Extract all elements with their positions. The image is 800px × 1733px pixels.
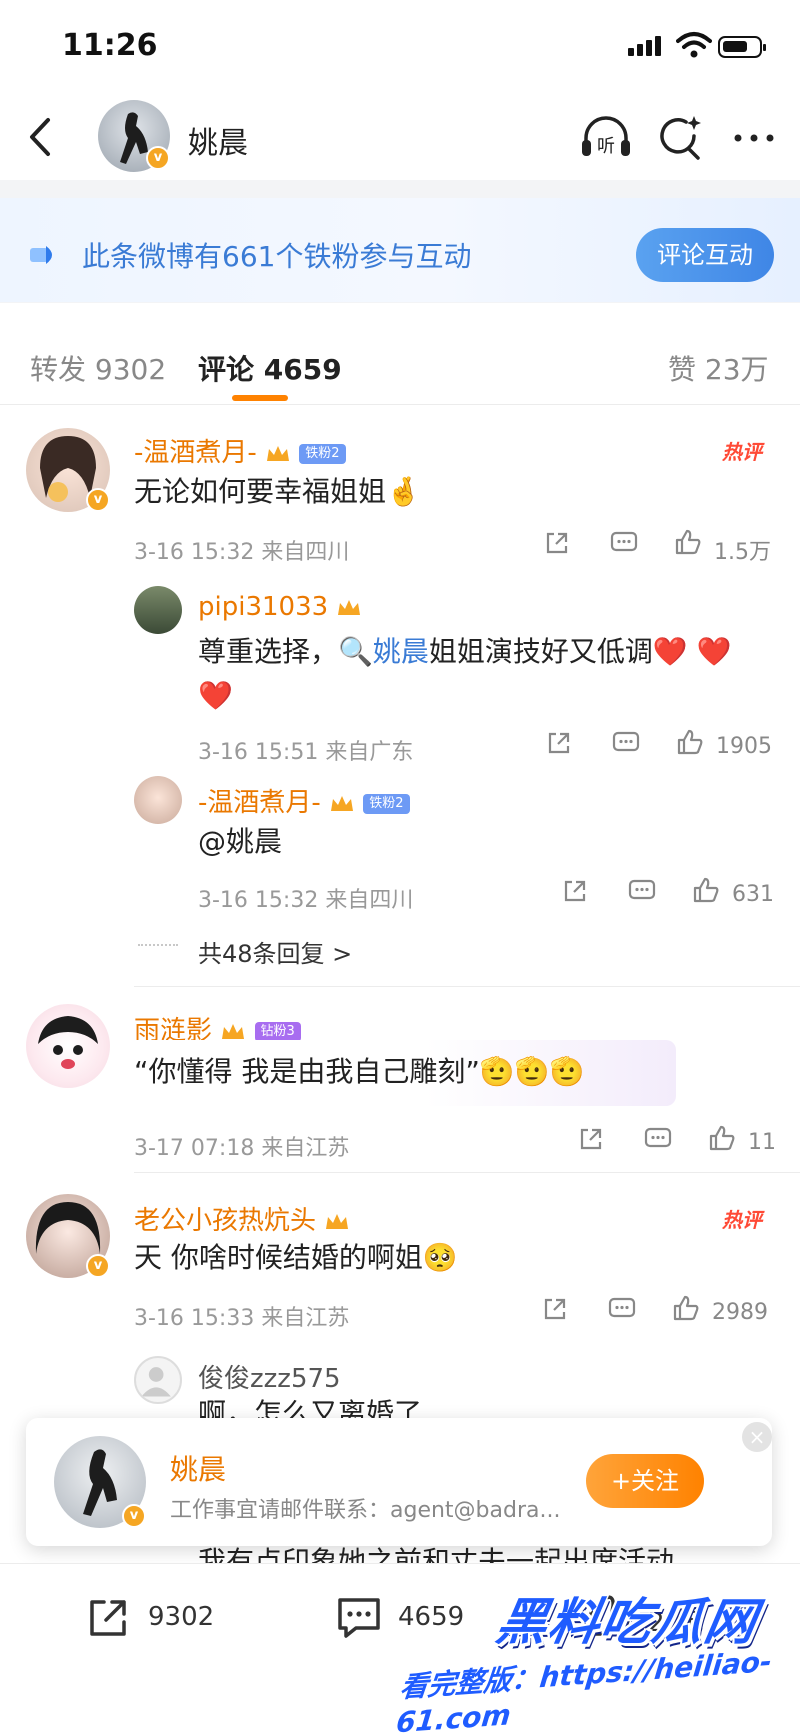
- like-count: 1905: [716, 734, 772, 759]
- signal-icon: [628, 36, 664, 56]
- like-count: 631: [732, 882, 774, 907]
- verified-badge-icon: v: [86, 1254, 110, 1278]
- battery-icon: [718, 36, 766, 58]
- tab-repost[interactable]: 转发 9302: [30, 348, 166, 388]
- reply-icon[interactable]: [644, 1126, 672, 1152]
- comment-interact-button[interactable]: 评论互动: [636, 228, 774, 282]
- follow-card-name[interactable]: 姚晨: [170, 1448, 226, 1488]
- comment-avatar[interactable]: [26, 1004, 110, 1088]
- crown-icon: [267, 445, 290, 461]
- comment-meta: 3-16 15:32 来自四川: [134, 540, 350, 565]
- svg-text:听: 听: [597, 136, 615, 157]
- verified-badge-icon: v: [86, 488, 110, 512]
- fan-badge: 钻粉3: [254, 1021, 301, 1042]
- reply-username[interactable]: pipi31033: [198, 592, 362, 622]
- close-icon[interactable]: ×: [742, 1422, 772, 1452]
- share-icon[interactable]: [542, 1296, 568, 1322]
- share-icon[interactable]: [562, 878, 588, 904]
- comment-username[interactable]: 老公小孩热炕头: [134, 1200, 350, 1237]
- like-count: 11: [748, 1130, 776, 1155]
- comment-username[interactable]: -温酒煮月- 铁粉2: [134, 432, 346, 469]
- repost-icon[interactable]: [84, 1594, 132, 1642]
- repost-count[interactable]: 9302: [148, 1602, 214, 1632]
- fan-badge: 铁粉2: [299, 443, 346, 464]
- reply-text: @姚晨: [198, 825, 283, 858]
- reply-avatar[interactable]: [134, 1356, 182, 1404]
- comment-text: “你懂得 我是由我自己雕刻”🫡🫡🫡: [134, 1055, 585, 1088]
- reply-icon[interactable]: [608, 1296, 636, 1322]
- more-replies-link[interactable]: 共48条回复 >: [198, 934, 352, 969]
- tab-divider: [0, 404, 800, 405]
- reply-icon[interactable]: [610, 530, 638, 556]
- more-icon[interactable]: [726, 110, 782, 166]
- reply-meta: 3-16 15:32 来自四川: [198, 888, 414, 913]
- comment-text: 天 你啥时候结婚的啊姐🥺: [134, 1241, 458, 1274]
- like-count: 1.5万: [714, 540, 771, 565]
- like-icon[interactable]: [708, 1124, 736, 1152]
- mention-link[interactable]: 姚晨: [373, 635, 429, 668]
- crown-icon: [331, 795, 354, 811]
- follow-card-desc: 工作事宜请邮件联系：agent@badra...: [170, 1498, 561, 1523]
- weibo-comments-screen: 11:26 v 姚晨 听 此条微博有661个铁粉参与互动 评论互动 转发 930…: [0, 0, 800, 1733]
- reply-username[interactable]: -温酒煮月- 铁粉2: [198, 782, 410, 819]
- reply-icon[interactable]: [628, 878, 656, 904]
- verified-badge-icon: v: [122, 1504, 146, 1528]
- reply-username[interactable]: 俊俊zzz575: [198, 1358, 341, 1395]
- like-icon[interactable]: [672, 1294, 700, 1322]
- like-icon[interactable]: [692, 876, 720, 904]
- comment-count[interactable]: 4659: [398, 1602, 464, 1632]
- comment-divider: [134, 1172, 800, 1173]
- hot-comment-tag: 热评: [722, 1208, 762, 1232]
- back-icon[interactable]: [20, 112, 60, 162]
- share-icon[interactable]: [578, 1126, 604, 1152]
- reply-text: 尊重选择，🔍姚晨姐姐演技好又低调❤️ ❤️ ❤️: [198, 635, 732, 712]
- verified-badge-icon: v: [146, 146, 170, 170]
- reply-avatar[interactable]: [134, 586, 182, 634]
- reply-avatar[interactable]: [134, 776, 182, 824]
- crown-icon: [326, 1213, 349, 1229]
- fan-badge: 铁粉2: [363, 793, 410, 814]
- mention-search-icon: 🔍: [338, 635, 373, 668]
- comment-text: 无论如何要幸福姐姐🤞: [134, 475, 421, 508]
- tab-underline: [232, 395, 288, 401]
- comment-divider: [134, 986, 800, 987]
- tab-likes[interactable]: 赞 23万: [668, 348, 769, 388]
- share-icon[interactable]: [546, 730, 572, 756]
- status-time: 11:26: [62, 28, 158, 63]
- follow-button[interactable]: +关注: [586, 1454, 704, 1508]
- comment-icon[interactable]: [334, 1594, 384, 1642]
- listen-icon[interactable]: 听: [578, 110, 634, 166]
- like-icon[interactable]: [674, 528, 702, 556]
- tab-comments[interactable]: 评论 4659: [198, 348, 342, 388]
- search-spark-icon[interactable]: [652, 110, 708, 166]
- like-count: 2989: [712, 1300, 768, 1325]
- wifi-icon: [676, 32, 712, 58]
- comment-meta: 3-16 15:33 来自江苏: [134, 1306, 350, 1331]
- crown-icon: [338, 599, 361, 615]
- like-icon[interactable]: [676, 728, 704, 756]
- megaphone-icon: [30, 246, 52, 264]
- hot-comment-tag: 热评: [722, 440, 762, 464]
- header-name[interactable]: 姚晨: [188, 118, 248, 162]
- reply-icon[interactable]: [612, 730, 640, 756]
- dotted-line: [138, 944, 178, 946]
- banner-text: 此条微博有661个铁粉参与互动: [82, 240, 472, 273]
- share-icon[interactable]: [544, 530, 570, 556]
- comment-meta: 3-17 07:18 来自江苏: [134, 1136, 350, 1161]
- reply-meta: 3-16 15:51 来自广东: [198, 740, 414, 765]
